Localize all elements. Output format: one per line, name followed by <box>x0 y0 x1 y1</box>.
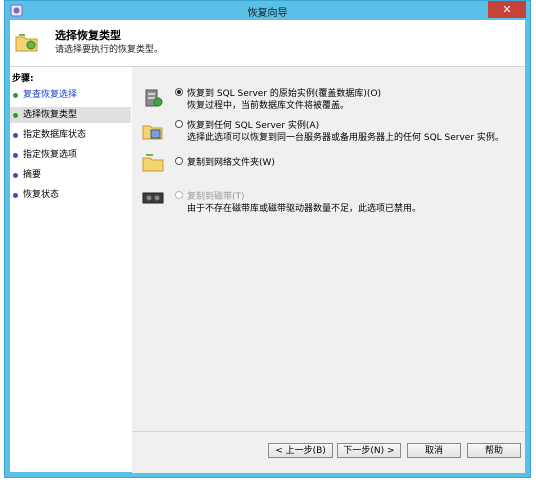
step-bullet-icon <box>13 113 18 118</box>
instance-restore-icon <box>142 125 163 140</box>
folder-restore-icon <box>15 34 38 52</box>
network-folder-icon <box>142 154 164 172</box>
page-subtitle: 请选择要执行的恢复类型。 <box>55 45 164 55</box>
step-item-review[interactable]: 复查恢复选择 <box>10 87 131 103</box>
step-label: 复查恢复选择 <box>23 90 78 100</box>
copy-tape-desc: 由于不存在磁带库或磁带驱动器数量不足，此选项已禁用。 <box>187 204 422 214</box>
next-button[interactable]: 下一步(N) > <box>337 443 401 458</box>
restore-wizard-window: 恢复向导 ✕ 选择恢复类型 请选择要执行的恢复类型。 步骤: 复查恢复选择 选择… <box>4 0 531 478</box>
step-label: 指定数据库状态 <box>23 130 87 140</box>
step-item-db-state[interactable]: 指定数据库状态 <box>10 127 131 143</box>
wizard-client: 选择恢复类型 请选择要执行的恢复类型。 步骤: 复查恢复选择 选择恢复类型 指定… <box>10 20 525 473</box>
step-label: 选择恢复类型 <box>23 110 78 120</box>
restore-original-desc: 恢复过程中，当前数据库文件将被覆盖。 <box>187 101 350 111</box>
step-label: 恢复状态 <box>23 190 60 200</box>
server-restore-icon <box>145 89 163 107</box>
help-button[interactable]: 帮助 <box>467 443 521 458</box>
cancel-button[interactable]: 取消 <box>407 443 461 458</box>
button-bar: < 上一步(B) 下一步(N) > 取消 帮助 <box>132 431 525 473</box>
copy-network-folder-radio[interactable] <box>175 157 183 165</box>
step-bullet-icon <box>13 133 18 138</box>
step-bullet-icon <box>13 153 18 158</box>
title-bar[interactable]: 恢复向导 ✕ <box>5 1 530 20</box>
step-item-summary[interactable]: 摘要 <box>10 167 131 183</box>
steps-panel: 步骤: 复查恢复选择 选择恢复类型 指定数据库状态 指定恢复选项 摘要 恢复状态 <box>10 67 131 472</box>
restore-any-instance-radio[interactable] <box>175 120 183 128</box>
step-item-status[interactable]: 恢复状态 <box>10 187 131 203</box>
page-title: 选择恢复类型 <box>55 29 121 42</box>
window-title: 恢复向导 <box>247 8 288 19</box>
restore-type-panel: 恢复到 SQL Server 的原始实例(覆盖数据库)(O) 恢复过程中，当前数… <box>132 67 525 472</box>
restore-original-radio[interactable] <box>175 88 183 96</box>
step-bullet-icon <box>13 173 18 178</box>
step-item-restore-type[interactable]: 选择恢复类型 <box>10 107 131 123</box>
step-item-restore-options[interactable]: 指定恢复选项 <box>10 147 131 163</box>
tape-drive-icon <box>142 192 164 204</box>
copy-network-folder-label[interactable]: 复制到网络文件夹(W) <box>187 155 275 168</box>
restore-any-instance-desc: 选择此选项可以恢复到同一台服务器或备用服务器上的任何 SQL Server 实例… <box>187 133 504 143</box>
wizard-header: 选择恢复类型 请选择要执行的恢复类型。 <box>10 20 525 67</box>
previous-button[interactable]: < 上一步(B) <box>268 443 333 458</box>
copy-tape-radio <box>175 191 183 199</box>
close-button[interactable]: ✕ <box>488 1 526 18</box>
step-bullet-icon <box>13 193 18 198</box>
step-bullet-icon <box>13 93 18 98</box>
steps-title: 步骤: <box>12 74 34 84</box>
step-label: 摘要 <box>23 170 42 180</box>
step-label: 指定恢复选项 <box>23 150 78 160</box>
